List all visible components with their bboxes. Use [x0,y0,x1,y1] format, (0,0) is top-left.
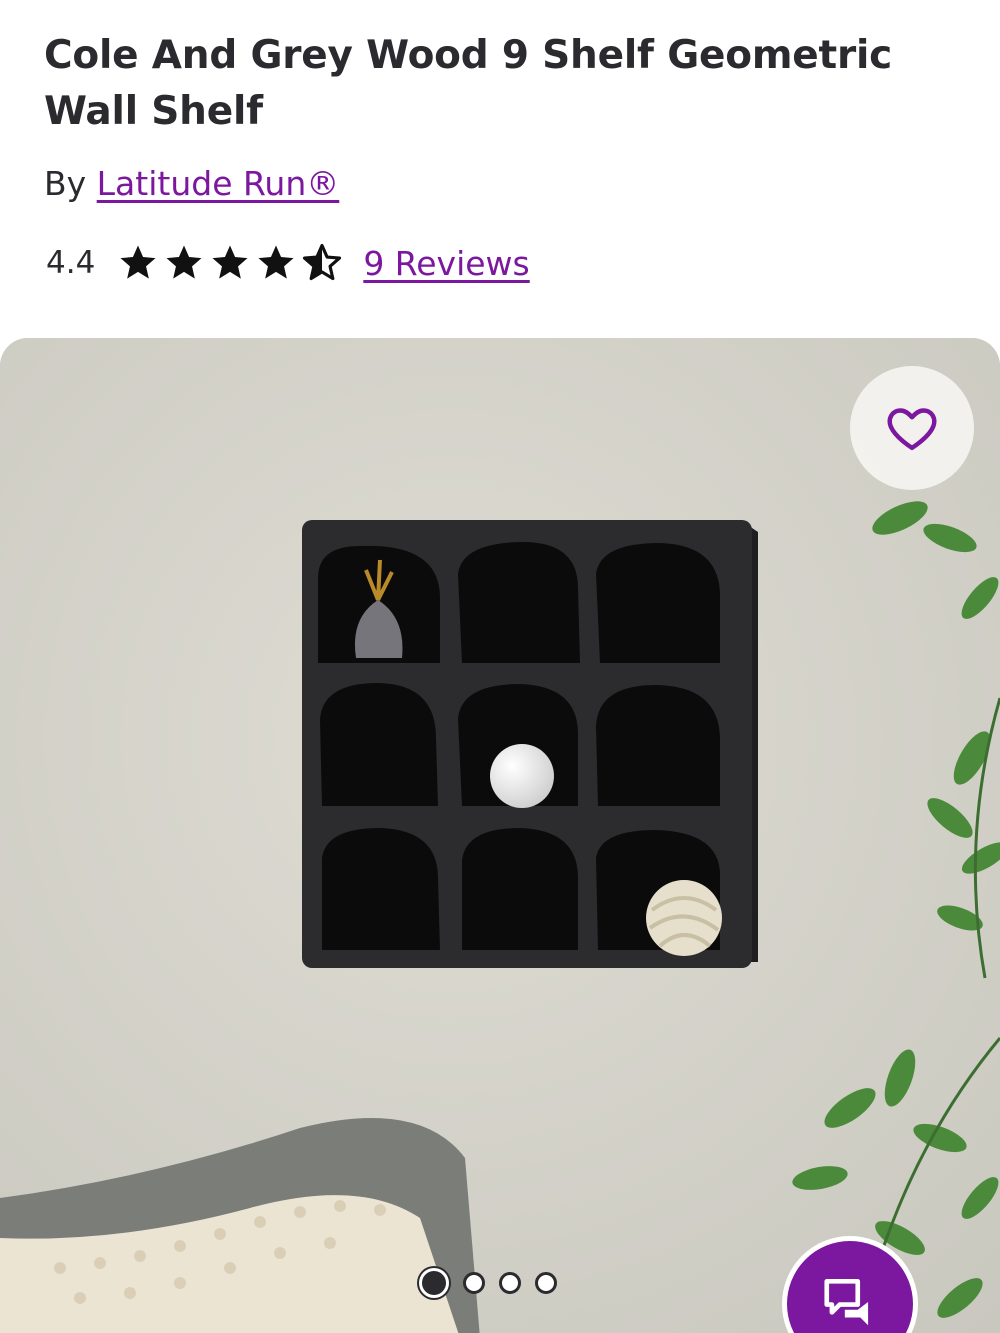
chat-bubbles-icon [824,1279,869,1326]
carousel-dots [419,1268,557,1298]
star-half-icon [303,243,342,281]
star-full-icon [258,245,294,279]
brand-line: By Latitude Run® [44,162,339,206]
star-full-icon [166,245,202,279]
product-image-gallery[interactable] [0,338,1000,1333]
by-label: By [44,164,87,203]
product-photo[interactable] [0,338,1000,1333]
star-full-icon [212,245,248,279]
star-rating [117,242,343,284]
rating-value: 4.4 [46,245,96,281]
product-title: Cole And Grey Wood 9 Shelf Geometric Wal… [44,33,893,134]
rating-row: 4.4 9 Reviews [46,240,530,286]
carousel-dot-3[interactable] [499,1272,521,1294]
wall-shelf [302,520,758,968]
reviews-link[interactable]: 9 Reviews [363,244,529,283]
brand-link[interactable]: Latitude Run® [97,164,340,203]
favorite-button[interactable] [850,366,974,490]
carousel-dot-2[interactable] [463,1272,485,1294]
carousel-dot-1[interactable] [419,1268,449,1298]
carousel-dot-4[interactable] [535,1272,557,1294]
heart-outline-icon [887,408,937,451]
star-full-icon [120,245,156,279]
